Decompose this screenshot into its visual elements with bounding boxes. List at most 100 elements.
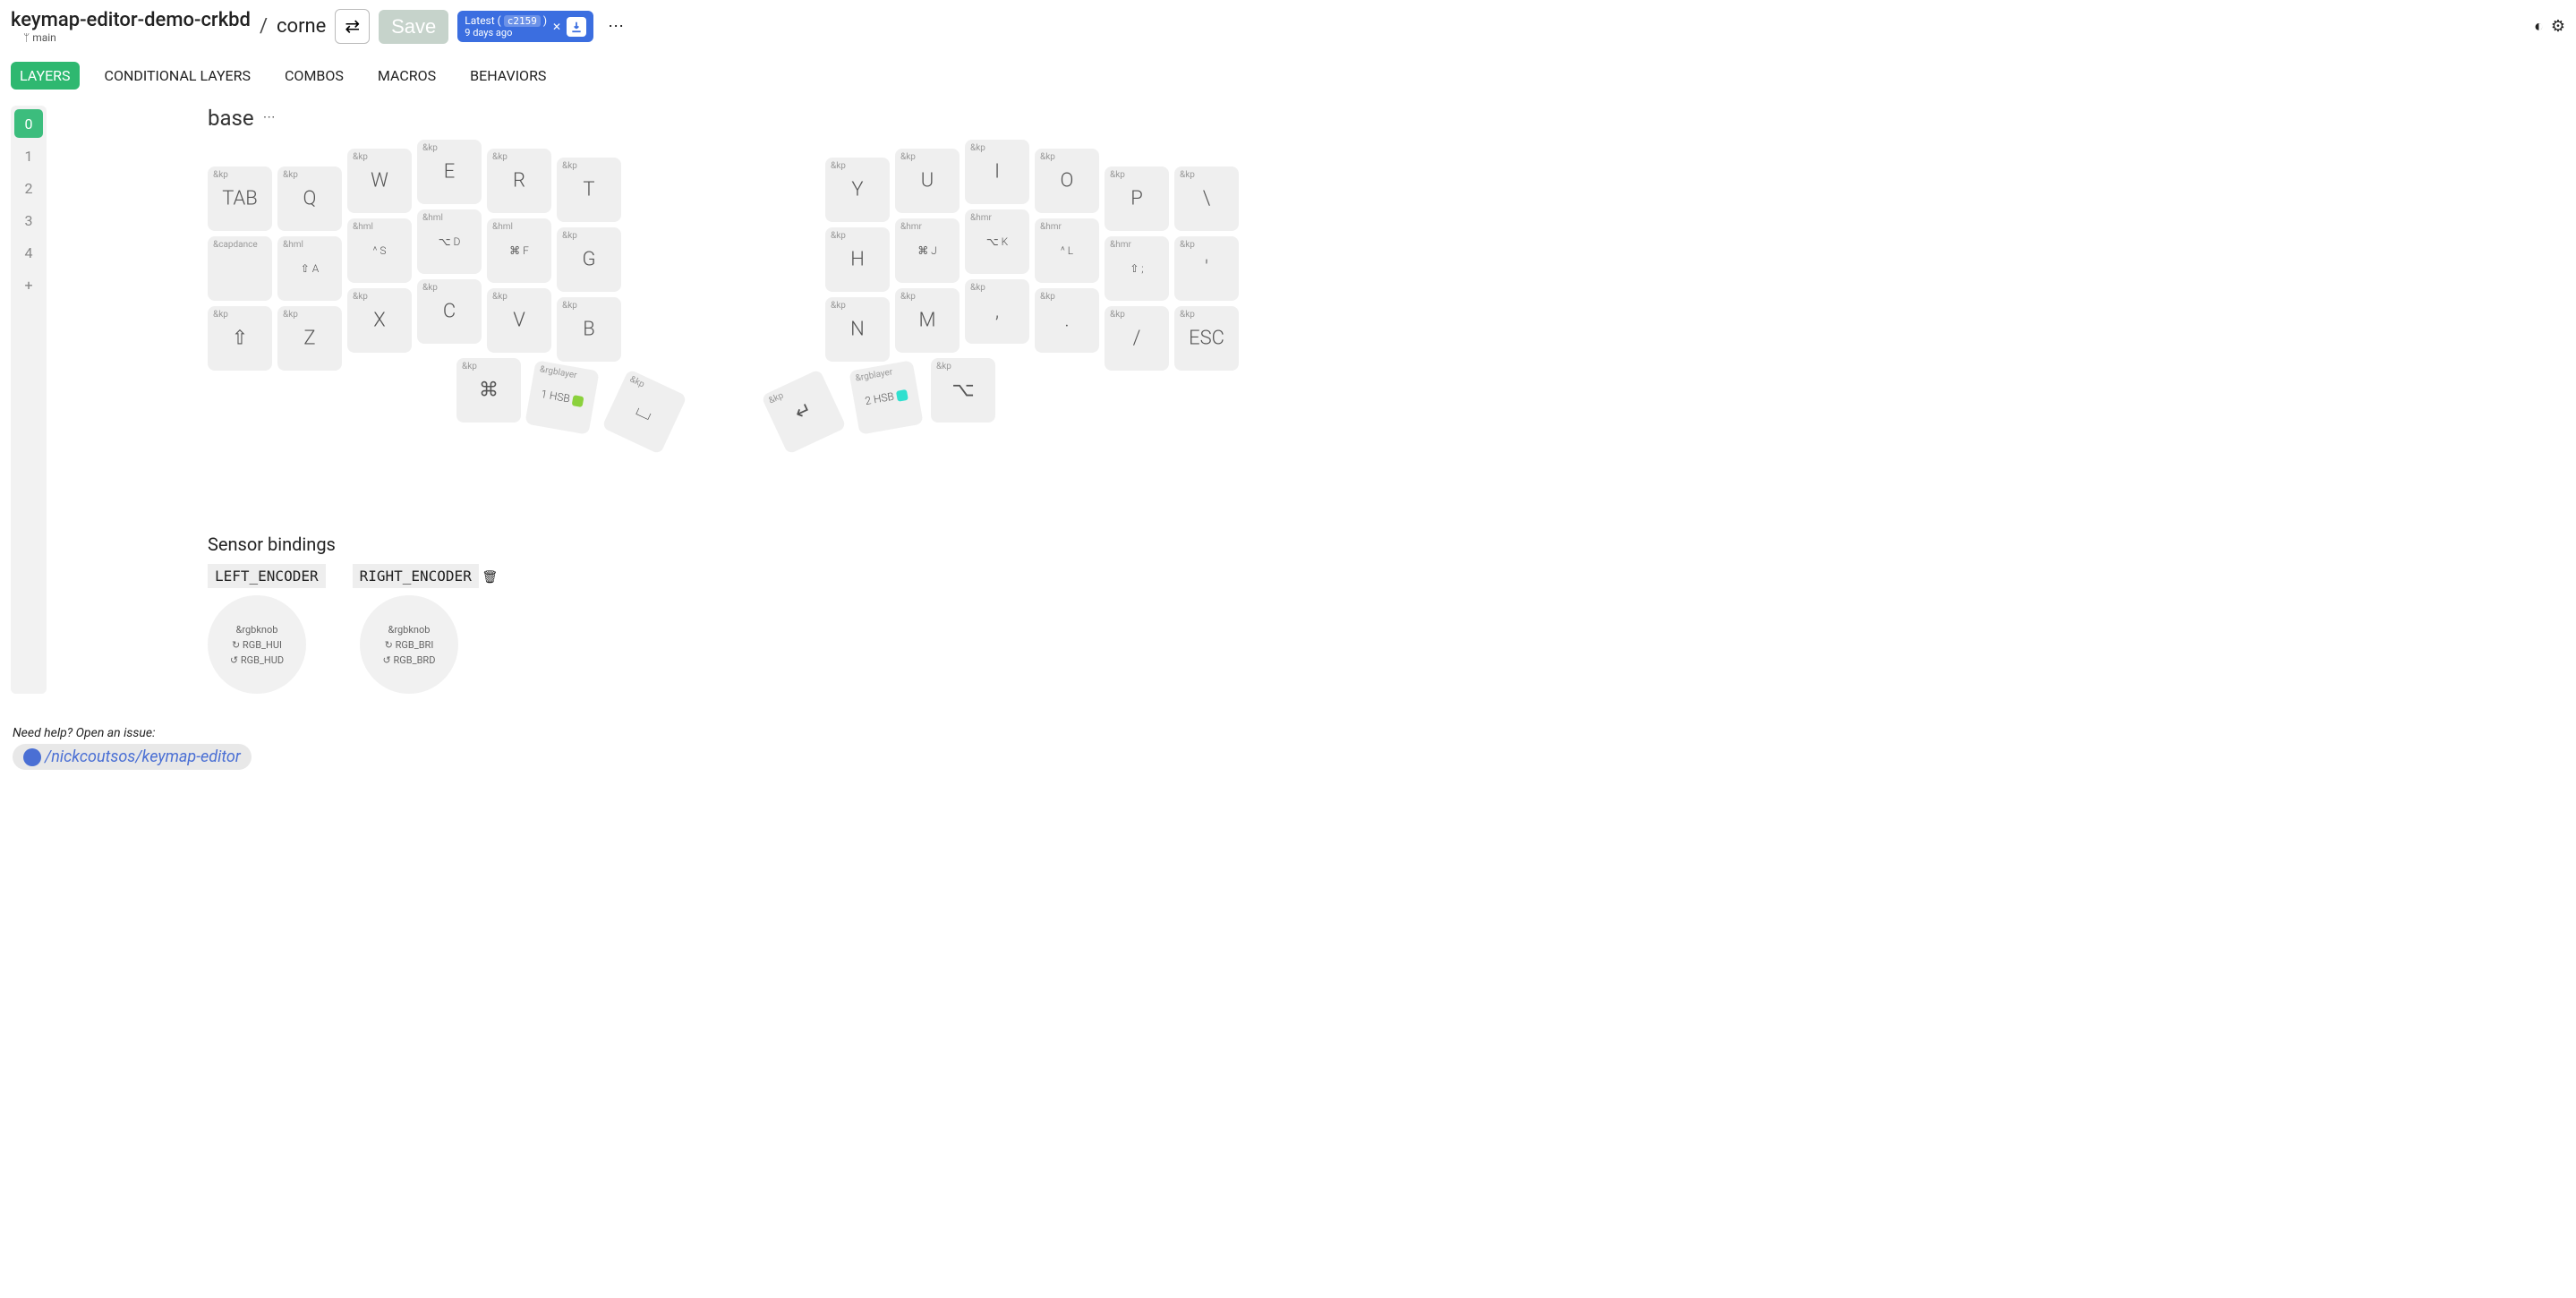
key-21[interactable]: &kpY (825, 158, 890, 222)
key-30[interactable]: &hmr^ L (1035, 218, 1099, 283)
key-value: TAB (208, 188, 272, 210)
key-7[interactable]: &hml⇧ A (277, 236, 342, 301)
key-10[interactable]: &hml⌘ F (487, 218, 551, 283)
more-icon[interactable]: ⋯ (602, 17, 629, 36)
key-34[interactable]: &kpM (895, 288, 960, 353)
key-16[interactable]: &kpV (487, 288, 551, 353)
key-behavior: &kp (492, 152, 546, 162)
key-behavior: &kp (213, 310, 267, 320)
key-value: ESC (1174, 328, 1239, 350)
github-icon (23, 748, 41, 766)
knob-behavior: &rgbknob (388, 624, 431, 636)
key-value: ⇧ A (277, 262, 342, 275)
add-layer-button[interactable]: + (14, 270, 43, 299)
key-behavior: &kp (1180, 170, 1233, 180)
key-behavior: &kp (831, 161, 884, 171)
key-behavior: &hmr (900, 222, 954, 232)
key-behavior: &kp (1180, 310, 1233, 320)
layer-4[interactable]: 4 (14, 238, 43, 267)
layer-0[interactable]: 0 (14, 109, 43, 138)
key-20[interactable]: &kp⌴ (601, 369, 687, 455)
key-35[interactable]: &kp, (965, 279, 1029, 344)
key-38[interactable]: &kp ESC (1174, 306, 1239, 371)
key-1[interactable]: &kpQ (277, 167, 342, 231)
key-18[interactable]: &kp⌘ (456, 358, 521, 423)
key-31[interactable]: &hmr⇧ ; (1105, 236, 1169, 301)
key-24[interactable]: &kpO (1035, 149, 1099, 213)
key-behavior: &kp (1180, 240, 1233, 250)
key-36[interactable]: &kp. (1035, 288, 1099, 353)
knob-cw: ↻ RGB_BRI (385, 639, 434, 651)
knob-cw: ↻ RGB_HUI (232, 639, 282, 651)
key-32[interactable]: &kp' (1174, 236, 1239, 301)
key-behavior: &hmr (970, 213, 1024, 223)
key-27[interactable]: &kpH (825, 227, 890, 292)
commit-pill[interactable]: Latest ( c2159 ) 9 days ago ✕ (457, 11, 593, 42)
keymap-name[interactable]: corne (277, 15, 326, 38)
right-encoder-label[interactable]: RIGHT_ENCODER (353, 564, 479, 588)
key-value: 1 HSB (529, 386, 594, 409)
layer-3[interactable]: 3 (14, 206, 43, 235)
key-12[interactable]: &kp ⇧ (208, 306, 272, 371)
left-encoder-label[interactable]: LEFT_ENCODER (208, 564, 326, 588)
refresh-button[interactable]: ⇄ (335, 9, 370, 44)
key-6[interactable]: &capdance (208, 236, 272, 301)
key-2[interactable]: &kpW (347, 149, 412, 213)
save-button[interactable]: Save (379, 10, 448, 44)
color-swatch (896, 389, 908, 402)
key-15[interactable]: &kpC (417, 279, 482, 344)
key-value: ^ L (1035, 244, 1099, 257)
key-22[interactable]: &kp U (895, 149, 960, 213)
layer-1[interactable]: 1 (14, 141, 43, 170)
key-40[interactable]: &rgblayer2 HSB (849, 360, 923, 434)
key-5[interactable]: &kpT (557, 158, 621, 222)
key-value: . (1035, 310, 1099, 332)
repo-block[interactable]: keymap-editor-demo-crkbd ᛘ main (11, 9, 251, 44)
gear-icon[interactable]: ⚙ (2551, 17, 2565, 36)
key-8[interactable]: &hml^ S (347, 218, 412, 283)
key-19[interactable]: &rgblayer1 HSB (525, 360, 599, 434)
github-link[interactable]: /nickcoutsos/keymap-editor (13, 744, 252, 770)
key-11[interactable]: &kpG (557, 227, 621, 292)
tab-conditional-layers[interactable]: CONDITIONAL LAYERS (96, 62, 260, 90)
right-encoder-knob[interactable]: &rgbknob ↻ RGB_BRI ↺ RGB_BRD (360, 595, 458, 694)
key-39[interactable]: &kp↵ (761, 369, 847, 455)
repo-name: keymap-editor-demo-crkbd (11, 9, 251, 31)
key-value: ⇧ (208, 328, 272, 350)
key-37[interactable]: &kp/ (1105, 306, 1169, 371)
close-icon[interactable]: ✕ (552, 21, 561, 33)
key-14[interactable]: &kpX (347, 288, 412, 353)
layer-selector: 0 1 2 3 4 + (11, 106, 47, 694)
key-26[interactable]: &kp\ (1174, 167, 1239, 231)
contrast-icon[interactable]: ◐ (2534, 17, 2544, 36)
key-13[interactable]: &kpZ (277, 306, 342, 371)
key-behavior: &kp (1040, 152, 1094, 162)
key-9[interactable]: &hml⌥ D (417, 209, 482, 274)
key-25[interactable]: &kpP (1105, 167, 1169, 231)
github-link-text: /nickcoutsos/keymap-editor (45, 747, 241, 766)
layer-2[interactable]: 2 (14, 174, 43, 202)
key-behavior: &kp (353, 152, 406, 162)
key-33[interactable]: &kpN (825, 297, 890, 362)
key-behavior: &kp (900, 152, 954, 162)
layer-more-icon[interactable]: ⋯ (263, 106, 276, 124)
key-value: Q (277, 188, 342, 210)
download-icon[interactable] (567, 17, 586, 37)
key-0[interactable]: &kpTAB (208, 167, 272, 231)
trash-icon[interactable]: 🗑 (482, 570, 498, 585)
key-28[interactable]: &hmr⌘ J (895, 218, 960, 283)
left-encoder-knob[interactable]: &rgbknob ↻ RGB_HUI ↺ RGB_HUD (208, 595, 306, 694)
tab-macros[interactable]: MACROS (369, 62, 445, 90)
key-3[interactable]: &kpE (417, 140, 482, 204)
tab-layers[interactable]: LAYERS (11, 62, 80, 90)
key-17[interactable]: &kpB (557, 297, 621, 362)
layer-title[interactable]: base (208, 106, 254, 131)
key-29[interactable]: &hmr⌥ K (965, 209, 1029, 274)
tab-combos[interactable]: COMBOS (276, 62, 353, 90)
key-value: U (895, 170, 960, 192)
keyboard: &kpTAB&kpQ&kpW&kpE&kpR&kpT&capdance&hml⇧… (208, 140, 1282, 516)
key-41[interactable]: &kp⌥ (931, 358, 995, 423)
tab-behaviors[interactable]: BEHAVIORS (461, 62, 555, 90)
key-23[interactable]: &kpI (965, 140, 1029, 204)
key-4[interactable]: &kpR (487, 149, 551, 213)
